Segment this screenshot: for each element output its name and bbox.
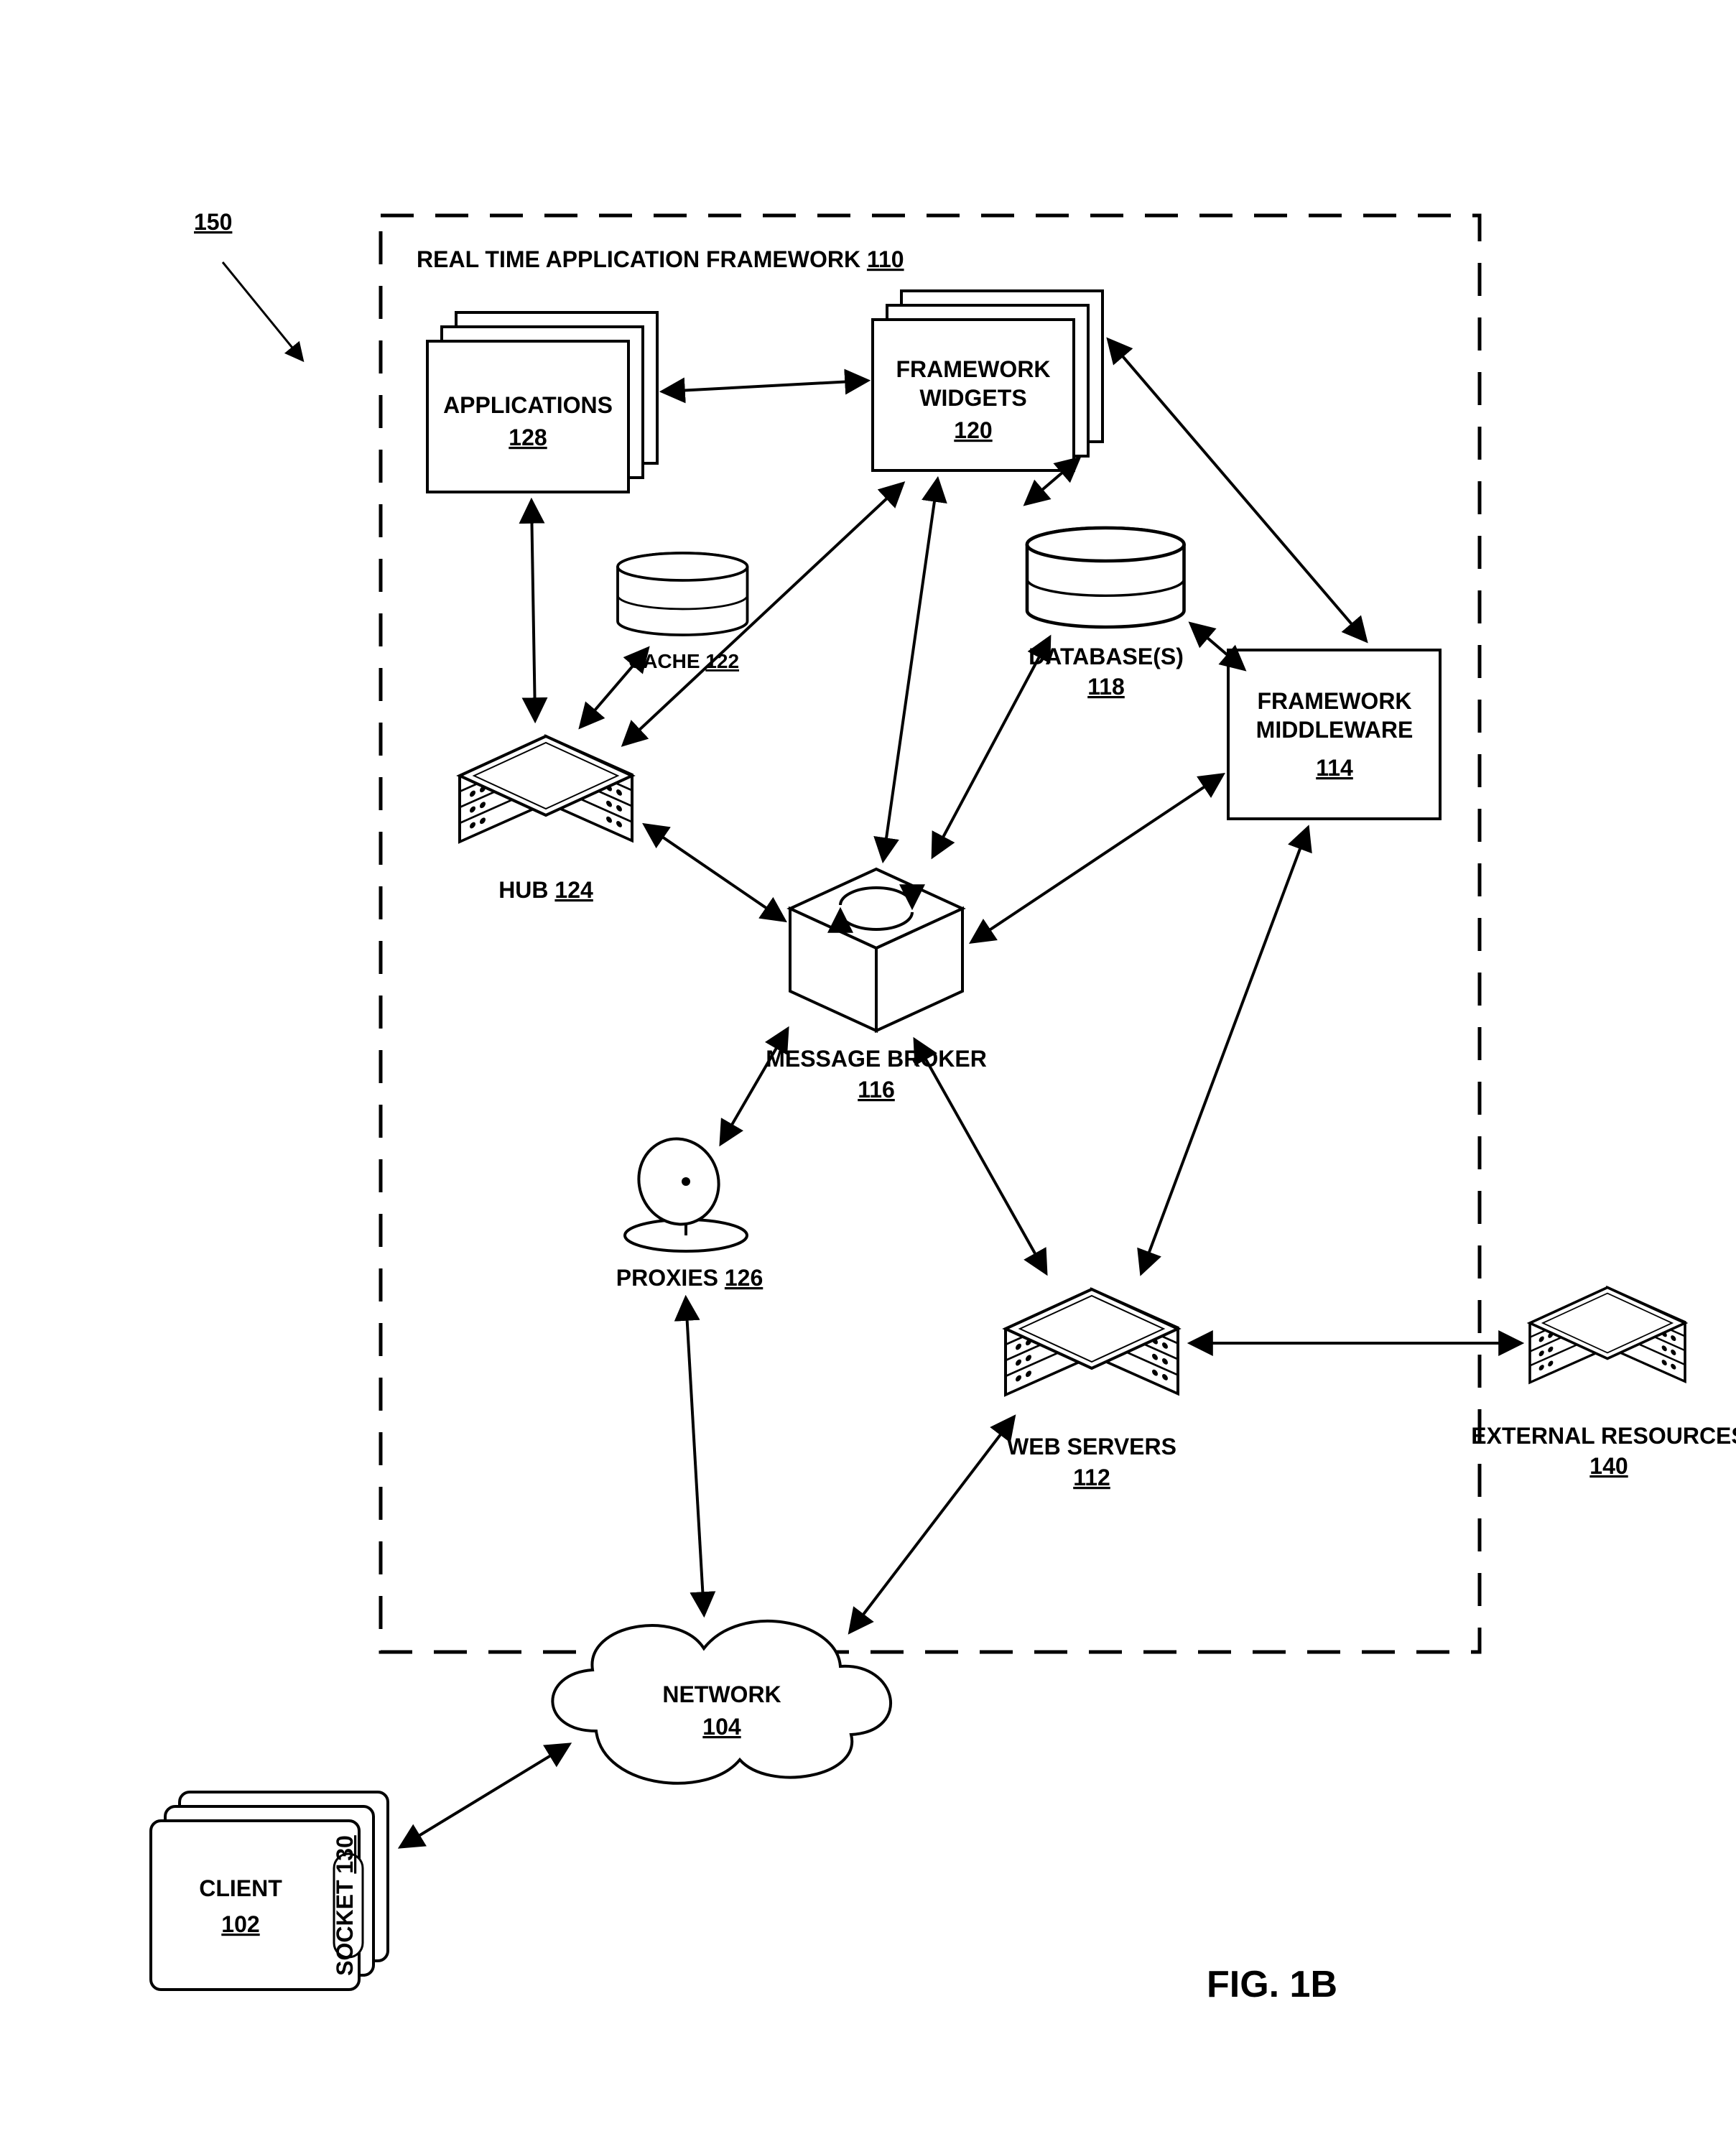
- svg-text:MESSAGE BROKER: MESSAGE BROKER: [766, 1046, 987, 1072]
- webservers-node: WEB SERVERS 112: [1006, 1289, 1178, 1490]
- svg-text:102: 102: [221, 1911, 259, 1937]
- svg-text:NETWORK: NETWORK: [662, 1681, 781, 1707]
- svg-text:PROXIES 126: PROXIES 126: [616, 1265, 763, 1291]
- svg-text:112: 112: [1073, 1465, 1110, 1490]
- hub-node: HUB 124: [460, 736, 632, 903]
- svg-text:FRAMEWORK: FRAMEWORK: [1257, 688, 1411, 714]
- connectors: [402, 341, 1519, 1846]
- figure-ref: 150: [194, 209, 232, 235]
- middleware-node: FRAMEWORK MIDDLEWARE 114: [1228, 650, 1440, 819]
- proxies-node: PROXIES 126: [616, 1128, 763, 1291]
- svg-text:APPLICATIONS: APPLICATIONS: [443, 392, 613, 418]
- svg-text:104: 104: [702, 1714, 741, 1740]
- svg-text:WEB SERVERS: WEB SERVERS: [1007, 1434, 1176, 1460]
- applications-node: APPLICATIONS 128: [427, 312, 657, 492]
- broker-node: MESSAGE BROKER 116: [766, 869, 987, 1103]
- svg-text:116: 116: [858, 1077, 895, 1103]
- svg-text:SOCKET 130: SOCKET 130: [332, 1835, 358, 1976]
- svg-text:CLIENT: CLIENT: [199, 1875, 282, 1901]
- widgets-node: FRAMEWORK WIDGETS 120: [873, 291, 1103, 470]
- svg-text:118: 118: [1087, 674, 1125, 700]
- cache-node: CACHE 122: [618, 553, 748, 672]
- external-label: EXTERNAL RESOURCES: [1471, 1423, 1736, 1449]
- framework-title: REAL TIME APPLICATION FRAMEWORK 110: [417, 246, 904, 272]
- database-node: DATABASE(S) 118: [1027, 528, 1184, 700]
- external-ref: 140: [1589, 1453, 1628, 1479]
- svg-text:WIDGETS: WIDGETS: [919, 385, 1026, 411]
- figure-caption: FIG. 1B: [1207, 1964, 1337, 2005]
- svg-text:128: 128: [509, 424, 547, 450]
- external-node: [1530, 1288, 1685, 1383]
- svg-text:120: 120: [954, 417, 992, 443]
- client-node: SOCKET 130 CLIENT 102: [151, 1792, 388, 1990]
- network-node: NETWORK 104: [552, 1621, 891, 1783]
- svg-text:FRAMEWORK: FRAMEWORK: [896, 356, 1050, 382]
- svg-text:DATABASE(S): DATABASE(S): [1029, 644, 1184, 669]
- architecture-diagram: 150 REAL TIME APPLICATION FRAMEWORK 110 …: [0, 0, 1736, 2144]
- svg-text:MIDDLEWARE: MIDDLEWARE: [1256, 717, 1414, 743]
- svg-text:114: 114: [1316, 755, 1353, 781]
- svg-text:HUB 124: HUB 124: [498, 877, 593, 903]
